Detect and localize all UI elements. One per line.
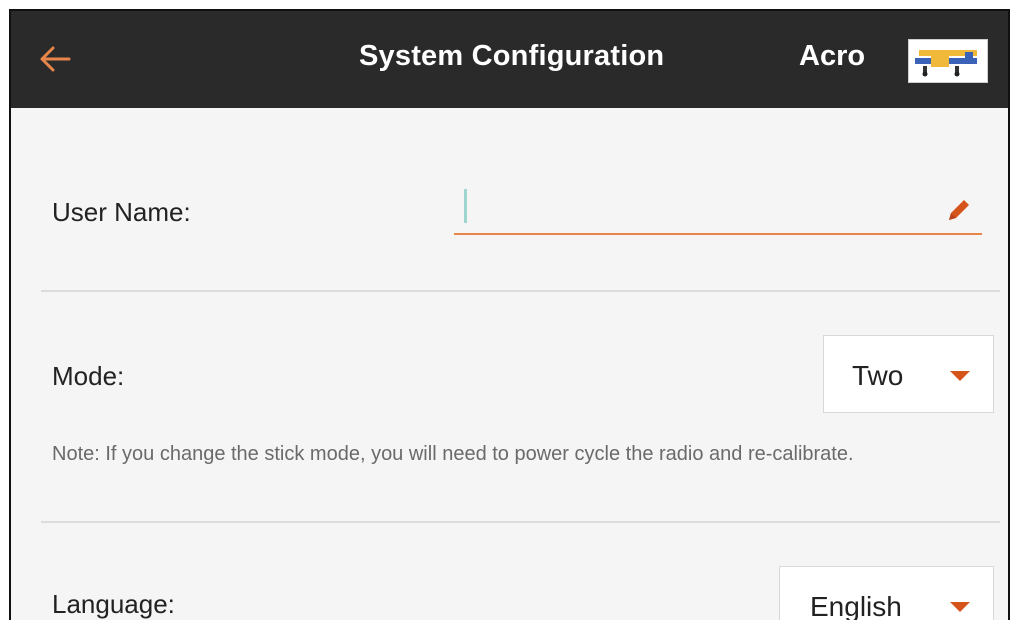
chevron-down-icon [950, 602, 970, 612]
divider [41, 521, 1000, 523]
app-screen: System Configuration Acro User Name: Mod… [9, 9, 1010, 620]
pencil-icon[interactable] [944, 195, 974, 225]
model-thumbnail[interactable] [908, 39, 988, 83]
divider [41, 290, 1000, 292]
chevron-down-icon [950, 371, 970, 381]
mode-label: Mode: [52, 361, 125, 391]
mode-dropdown[interactable]: Two [823, 335, 994, 413]
user-name-label: User Name: [52, 197, 191, 227]
text-cursor [464, 189, 467, 223]
model-name: Acro [799, 40, 866, 72]
page-title: System Configuration [359, 40, 665, 72]
mode-selected-value: Two [852, 360, 904, 391]
back-button[interactable] [35, 41, 79, 77]
language-dropdown[interactable]: English [779, 566, 994, 620]
arrow-left-icon [40, 46, 71, 72]
language-label: Language: [52, 589, 175, 619]
airplane-thumbnail-icon [909, 40, 987, 82]
language-selected-value: English [810, 591, 902, 620]
mode-note: Note: If you change the stick mode, you … [52, 443, 854, 465]
top-bar: System Configuration Acro [11, 11, 1008, 108]
user-name-input[interactable] [454, 183, 982, 235]
